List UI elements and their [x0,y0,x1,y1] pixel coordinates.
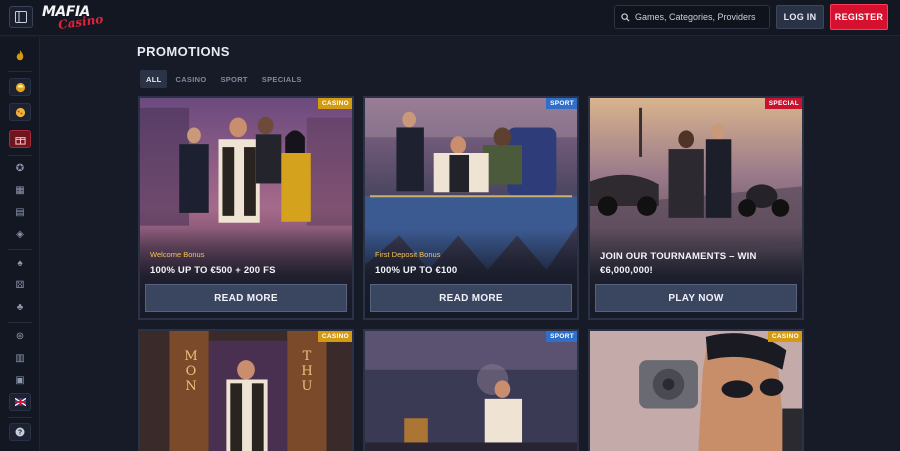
search-box[interactable] [614,5,770,29]
login-button[interactable]: LOG IN [776,5,824,29]
chip-icon[interactable]: ✪ [9,159,31,177]
play-now-button[interactable]: PLAY NOW [595,284,797,312]
mafia-casino-logo[interactable]: MAFIA Casino [42,4,104,32]
category-badge: SPECIAL [764,98,802,109]
register-button[interactable]: REGISTER [830,4,888,30]
gift-icon[interactable] [9,130,31,148]
top-header: MAFIA Casino LOG IN REGISTER [0,0,900,36]
promo-card-mon-thu[interactable]: MON THU CASINO [138,329,354,451]
category-badge: CASINO [317,331,352,342]
tab-casino[interactable]: CASINO [169,70,212,88]
promo-card-image [590,331,802,451]
read-more-button[interactable]: READ MORE [370,284,572,312]
promo-card-gunman[interactable]: CASINO [588,329,804,451]
card-subtitle: Welcome Bonus [150,250,205,259]
mon-label: MON [184,349,198,394]
promo-card-sport-bar[interactable]: SPORT [363,329,579,451]
tab-sport[interactable]: SPORT [214,70,253,88]
promo-card-tournaments[interactable]: SPECIAL JOIN OUR TOURNAMENTS – WIN €6,00… [588,96,804,320]
diamond-icon[interactable]: ◈ [9,225,31,243]
help-icon[interactable]: ? [9,423,31,441]
shop-icon[interactable]: ▦ [9,181,31,199]
card-offer: JOIN OUR TOURNAMENTS – WIN €6,000,000! [600,251,757,276]
tv-icon[interactable]: ▣ [9,371,31,389]
flame-icon[interactable] [9,47,31,65]
page-title: PROMOTIONS [137,44,230,59]
category-badge: SPORT [546,331,577,342]
promo-card-image [140,331,352,451]
tab-specials[interactable]: SPECIALS [256,70,308,88]
promo-card-welcome[interactable]: CASINO Welcome Bonus 100% UP TO €500 + 2… [138,96,354,320]
clover-icon[interactable]: ♣ [9,298,31,316]
category-badge: CASINO [317,98,352,109]
tab-all[interactable]: ALL [140,70,168,88]
category-badge: CASINO [767,331,802,342]
card-offer: 100% UP TO €500 + 200 FS [150,265,276,276]
search-input[interactable] [635,12,765,22]
promo-tabs: ALL CASINO SPORT SPECIALS [140,70,308,88]
spade-icon[interactable]: ♠ [9,254,31,272]
read-more-button[interactable]: READ MORE [145,284,347,312]
thu-label: THU [301,349,313,394]
flag-icon[interactable] [9,393,31,411]
dice-icon[interactable]: ⚄ [9,276,31,294]
promo-card-image [365,331,577,451]
roulette-icon[interactable]: ⊛ [9,327,31,345]
sidebar-toggle-button[interactable] [9,6,33,28]
sidebar: ✪ ▦ ▤ ◈ ♠ ⚄ ♣ ⊛ ▥ ▣ ? [0,37,40,451]
svg-text:?: ? [18,430,22,437]
search-icon [621,12,630,22]
card-subtitle: First Deposit Bonus [375,250,441,259]
category-badge: SPORT [546,98,577,109]
card-offer: 100% UP TO €100 [375,265,458,276]
pizza-icon[interactable] [9,103,31,121]
slot-icon[interactable]: ▥ [9,349,31,367]
coin-icon[interactable] [9,78,31,96]
promo-card-first-deposit[interactable]: SPORT First Deposit Bonus 100% UP TO €10… [363,96,579,320]
store-icon[interactable]: ▤ [9,203,31,221]
panel-icon [15,11,27,23]
